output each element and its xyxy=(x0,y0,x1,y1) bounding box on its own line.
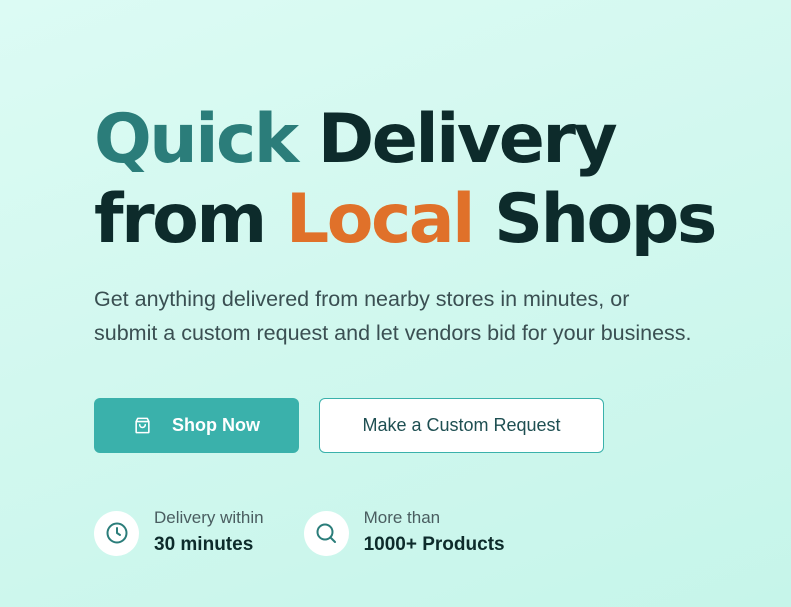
hero-section: Quick Delivery from Local Shops Get anyt… xyxy=(94,100,784,350)
headline-word-quick: Quick xyxy=(94,100,299,179)
shop-now-button[interactable]: Shop Now xyxy=(94,398,299,453)
headline-word-shops: Shops xyxy=(494,180,717,259)
feature-value: 1000+ Products xyxy=(363,534,505,555)
feature-label: More than xyxy=(363,508,441,527)
clock-icon xyxy=(94,510,139,556)
hero-subtitle: Get anything delivered from nearby store… xyxy=(94,282,784,350)
feature-products: More than 1000+ Products xyxy=(303,507,505,559)
headline-word-from: from xyxy=(94,180,267,259)
shopping-bag-icon xyxy=(133,416,152,435)
headline-line-2: from Local Shops xyxy=(94,180,784,260)
subtitle-line-2: submit a custom request and let vendors … xyxy=(94,321,692,345)
subtitle-line-1: Get anything delivered from nearby store… xyxy=(94,287,630,311)
custom-request-label: Make a Custom Request xyxy=(362,415,561,435)
feature-value: 30 minutes xyxy=(154,534,254,555)
hero-headline: Quick Delivery from Local Shops xyxy=(94,100,784,260)
headline-word-delivery: Delivery xyxy=(317,100,618,179)
hero-buttons: Shop Now Make a Custom Request xyxy=(94,398,604,453)
headline-line-1: Quick Delivery xyxy=(94,100,784,180)
feature-text: More than 1000+ Products xyxy=(364,507,505,559)
feature-list: Delivery within 30 minutes More than 100… xyxy=(94,507,505,559)
feature-label: Delivery within xyxy=(154,508,264,527)
headline-word-local: Local xyxy=(285,180,476,259)
search-icon xyxy=(303,510,349,556)
feature-text: Delivery within 30 minutes xyxy=(154,507,264,559)
custom-request-button[interactable]: Make a Custom Request xyxy=(319,398,604,453)
shop-now-label: Shop Now xyxy=(172,415,260,435)
feature-delivery-time: Delivery within 30 minutes xyxy=(94,507,264,559)
